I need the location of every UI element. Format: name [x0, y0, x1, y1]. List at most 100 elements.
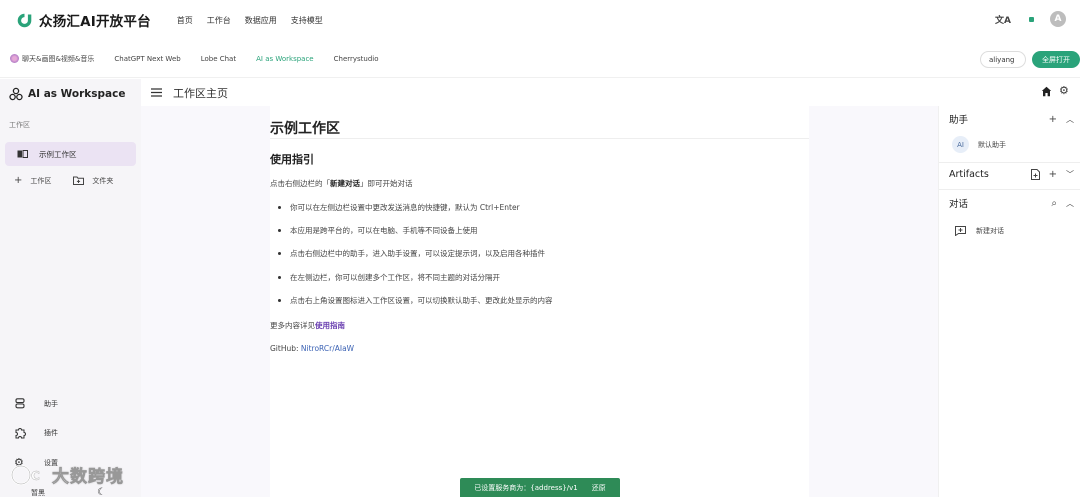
toast-notification: 已设置服务商为：{address}/v1 还原: [460, 478, 620, 497]
assistant-section-header: 助手 + ︿: [949, 112, 1074, 127]
list-item: 你可以在左侧边栏设置中更改发送消息的快捷键，默认为 Ctrl+Enter: [278, 202, 520, 213]
doc-subheading: 使用指引: [270, 153, 314, 166]
add-artifact-plus-icon[interactable]: +: [1049, 169, 1057, 180]
search-icon[interactable]: ⌕: [1051, 198, 1057, 209]
tab-chat-draw-video-music[interactable]: 聊天&画图&视频&音乐: [10, 54, 94, 64]
nav-models[interactable]: 支持模型: [291, 15, 323, 26]
assistant-icon: [15, 398, 25, 409]
intro-prefix: 点击右侧边栏的「: [270, 179, 330, 188]
main-nav: 首页 工作台 数据应用 支持模型: [177, 15, 337, 26]
add-folder-button[interactable]: 文件夹: [73, 176, 113, 186]
nav-data-apps[interactable]: 数据应用: [245, 15, 277, 26]
tab-cherrystudio[interactable]: Cherrystudio: [334, 55, 379, 63]
new-dialog-label: 新建对话: [976, 227, 1004, 235]
tab-label: 聊天&画图&视频&音乐: [22, 54, 95, 63]
artifacts-section-header: Artifacts + ﹀: [949, 169, 1074, 180]
github-link[interactable]: NitroRCr/AIaW: [301, 344, 354, 353]
expand-artifacts-chevron-down-icon[interactable]: ﹀: [1066, 169, 1074, 180]
plus-icon: +: [14, 175, 23, 186]
book-icon: [17, 150, 28, 158]
main-header: 工作区主页: [141, 79, 938, 106]
add-folder-label: 文件夹: [92, 176, 114, 185]
main-content: 示例工作区 使用指引 点击右侧边栏的「新建对话」即可开始对话 你可以在左侧边栏设…: [141, 106, 938, 497]
brand-logo-icon: [17, 13, 32, 27]
toast-message: 已设置服务商为：{address}/v1: [474, 483, 578, 492]
user-selector[interactable]: aliyang: [980, 51, 1026, 68]
list-item: 本应用是跨平台的，可以在电脑、手机等不同设备上使用: [278, 225, 478, 236]
new-dialog-button[interactable]: 新建对话: [955, 226, 1004, 236]
usage-guide-link[interactable]: 使用指南: [315, 321, 345, 330]
right-sidebar: 助手 + ︿ AI 默认助手 Artifacts + ﹀ 对话 ⌕ ︿ 新建对话: [938, 106, 1080, 497]
assistant-label: 助手: [44, 399, 58, 408]
toast-restore-button[interactable]: 还原: [592, 483, 606, 493]
dialog-section-title: 对话: [949, 199, 969, 210]
brand-name: 众扬汇AI开放平台: [39, 14, 151, 30]
theme-label: 暂黑: [31, 488, 45, 497]
collapse-assistant-chevron-up-icon[interactable]: ︿: [1066, 114, 1074, 125]
app-tab-bar: 聊天&画图&视频&音乐 ChatGPT Next Web Lobe Chat A…: [0, 40, 1080, 78]
sidebar-item-theme[interactable]: 暂黑 ☾: [14, 487, 106, 497]
flower-icon: [10, 54, 19, 63]
doc-heading: 示例工作区: [270, 121, 340, 137]
workspace-logo-icon: [9, 87, 23, 101]
top-bar: 众扬汇AI开放平台 首页 工作台 数据应用 支持模型 文A A: [0, 0, 1080, 40]
tab-chatgpt-next-web[interactable]: ChatGPT Next Web: [114, 55, 180, 63]
dialog-section-header: 对话 ⌕ ︿: [949, 196, 1074, 211]
moon-icon[interactable]: ☾: [97, 487, 106, 497]
assistant-item-default[interactable]: AI 默认助手: [952, 136, 1006, 153]
add-assistant-plus-icon[interactable]: +: [1049, 114, 1057, 125]
settings-gear-icon[interactable]: ⚙: [1059, 84, 1069, 97]
file-plus-icon[interactable]: [1030, 169, 1040, 180]
sidebar-title-text: AI as Workspace: [28, 88, 126, 100]
tab-lobe-chat[interactable]: Lobe Chat: [201, 55, 236, 63]
sidebar-item-assistant[interactable]: 助手: [14, 398, 58, 409]
new-chat-icon: [955, 226, 966, 236]
intro-suffix: 」即可开始对话: [360, 179, 413, 188]
top-right-tools: 文A A: [995, 11, 1066, 27]
add-workspace-button[interactable]: + 工作区: [14, 175, 51, 186]
workspace-doc: 示例工作区 使用指引 点击右侧边栏的「新建对话」即可开始对话 你可以在左侧边栏设…: [270, 106, 809, 497]
doc-intro: 点击右侧边栏的「新建对话」即可开始对话: [270, 178, 413, 189]
svg-text:C: C: [31, 469, 40, 483]
default-assistant-label: 默认助手: [978, 140, 1006, 149]
brand[interactable]: 众扬汇AI开放平台: [16, 10, 151, 30]
tab-ai-as-workspace[interactable]: AI as Workspace: [256, 55, 314, 63]
github-prefix: GitHub:: [270, 344, 301, 353]
collapse-dialog-chevron-up-icon[interactable]: ︿: [1066, 198, 1074, 209]
add-workspace-label: 工作区: [30, 176, 52, 185]
sidebar-item-label: 示例工作区: [39, 149, 77, 159]
doc-divider: [270, 138, 809, 139]
home-icon[interactable]: [1041, 86, 1052, 97]
plugins-label: 插件: [44, 429, 58, 437]
avatar[interactable]: A: [1050, 11, 1066, 27]
watermark-logo-icon: C: [10, 464, 40, 485]
list-item: 在左侧边栏，你可以创建多个工作区，将不同主题的对话分隔开: [278, 272, 500, 283]
page-title: 工作区主页: [173, 86, 228, 100]
section-divider: [939, 189, 1080, 190]
left-sidebar: AI as Workspace 工作区 示例工作区 + 工作区 文件夹 助手 插…: [0, 79, 141, 497]
assistant-section-title: 助手: [949, 115, 969, 126]
more-prefix: 更多内容详见: [270, 321, 315, 330]
sidebar-item-example-workspace[interactable]: 示例工作区: [5, 142, 136, 166]
fullscreen-button[interactable]: 全屏打开: [1032, 51, 1080, 68]
intro-bold: 新建对话: [330, 179, 360, 188]
section-divider: [939, 162, 1080, 163]
nav-home[interactable]: 首页: [177, 15, 193, 26]
doc-more: 更多内容详见使用指南: [270, 320, 345, 331]
status-dot-icon: [1029, 16, 1034, 22]
doc-github: GitHub: NitroRCr/AIaW: [270, 344, 354, 353]
list-item: 点击右侧边栏中的助手，进入助手设置，可以设定提示词，以及启用各种插件: [278, 248, 545, 259]
translate-icon[interactable]: 文A: [995, 13, 1011, 26]
puzzle-icon: [15, 428, 26, 439]
sidebar-item-plugins[interactable]: 插件: [14, 427, 58, 439]
rightbar-header: ⚙: [938, 79, 1080, 106]
nav-workbench[interactable]: 工作台: [207, 15, 231, 26]
list-item: 点击右上角设置图标进入工作区设置，可以切换默认助手、更改此处显示的内容: [278, 295, 553, 306]
watermark-text: 大数跨境: [52, 467, 124, 488]
hamburger-menu-icon[interactable]: [151, 88, 162, 97]
tab-bar-right: aliyang 全屏打开: [980, 51, 1080, 68]
sidebar-actions: + 工作区 文件夹: [14, 175, 135, 186]
folder-plus-icon: [73, 176, 85, 185]
watermark: C 大数跨境: [10, 462, 124, 487]
ai-avatar: AI: [952, 136, 969, 153]
